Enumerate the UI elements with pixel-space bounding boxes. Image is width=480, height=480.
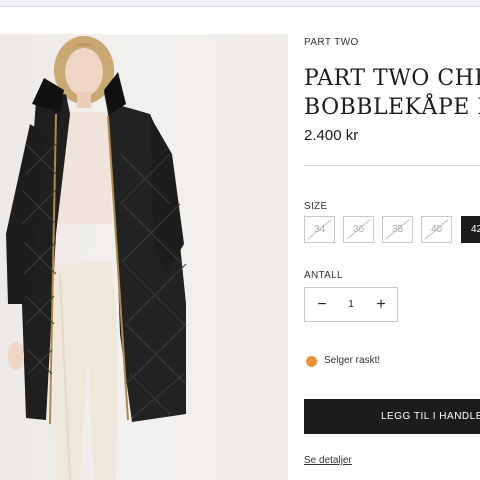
product-title-line-2: BOBBLEKÅPE BE bbox=[304, 95, 480, 120]
quantity-value[interactable]: 1 bbox=[335, 288, 367, 321]
product-price: 2.400 kr bbox=[304, 127, 359, 144]
model-wearing-coat-illustration bbox=[6, 36, 187, 480]
product-title: PART TWO CHEA BOBBLEKÅPE BE bbox=[304, 64, 480, 124]
size-option-label: 42 bbox=[471, 224, 480, 235]
unavailable-strike-icon bbox=[385, 219, 410, 240]
increase-quantity-button[interactable]: + bbox=[366, 288, 396, 321]
unavailable-strike-icon bbox=[424, 219, 449, 240]
size-option-42-selected[interactable]: 42 bbox=[461, 216, 480, 243]
quantity-label: ANTALL bbox=[304, 270, 343, 281]
product-title-line-1: PART TWO CHEA bbox=[304, 66, 480, 91]
add-to-cart-button[interactable]: LEGG TIL I HANDLEKURV bbox=[304, 399, 480, 434]
brand-name: PART TWO bbox=[304, 37, 359, 48]
divider bbox=[304, 165, 480, 166]
unavailable-strike-icon bbox=[307, 219, 332, 240]
stock-status-text: Selger raskt! bbox=[324, 355, 381, 366]
top-bar bbox=[0, 0, 480, 7]
size-option-38[interactable]: 38 bbox=[382, 216, 413, 243]
minus-icon: − bbox=[317, 296, 327, 313]
unavailable-strike-icon bbox=[346, 219, 371, 240]
size-option-36[interactable]: 36 bbox=[343, 216, 374, 243]
quantity-stepper: − 1 + bbox=[304, 287, 398, 322]
decrease-quantity-button[interactable]: − bbox=[307, 288, 337, 321]
size-option-40[interactable]: 40 bbox=[421, 216, 452, 243]
product-image[interactable] bbox=[0, 34, 288, 480]
add-to-cart-label: LEGG TIL I HANDLEKURV bbox=[381, 411, 480, 422]
plus-icon: + bbox=[376, 296, 386, 313]
size-selector: 34 36 38 40 42 bbox=[304, 216, 480, 246]
size-option-34[interactable]: 34 bbox=[304, 216, 335, 243]
see-details-link[interactable]: Se detaljer bbox=[304, 455, 352, 466]
status-dot-icon bbox=[306, 356, 317, 367]
size-label: SIZE bbox=[304, 201, 328, 212]
